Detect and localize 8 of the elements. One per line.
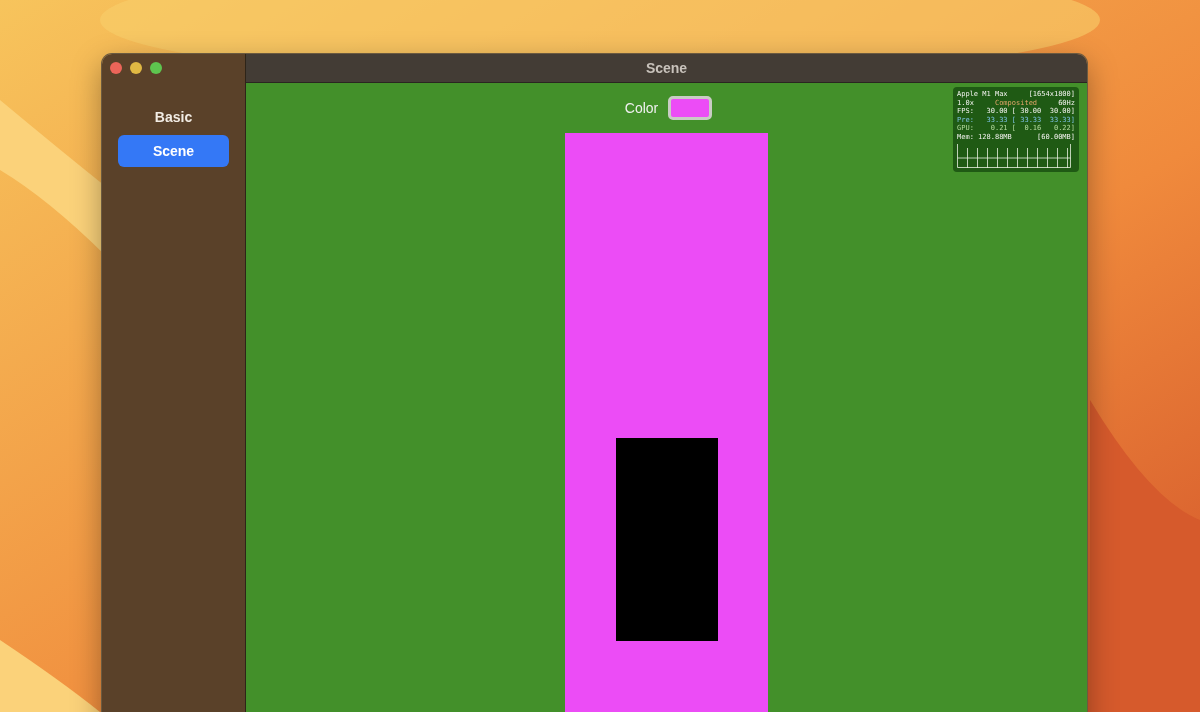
color-label: Color: [624, 100, 659, 116]
zoom-button[interactable]: [150, 62, 162, 74]
color-well[interactable]: [668, 96, 713, 120]
sidebar-item[interactable]: Basic: [118, 101, 229, 133]
sidebar-item[interactable]: Scene: [118, 135, 229, 167]
window-title: Scene: [645, 60, 688, 76]
minimize-button[interactable]: [130, 62, 142, 74]
close-button[interactable]: [110, 62, 122, 74]
